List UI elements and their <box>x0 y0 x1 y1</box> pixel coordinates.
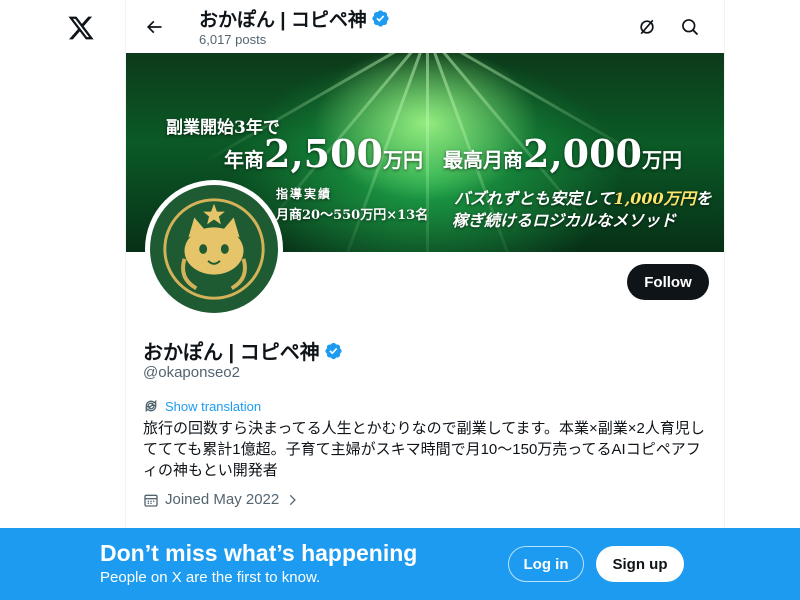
show-translation-link[interactable]: Show translation <box>143 398 261 414</box>
calendar-icon <box>144 494 158 507</box>
verified-badge-icon[interactable] <box>324 341 343 360</box>
verified-badge-icon <box>371 9 390 28</box>
header-name: おかぽん | コピペ神 <box>199 10 367 31</box>
grok-button[interactable] <box>629 9 665 45</box>
joined-label: Joined May 2022 <box>165 491 280 508</box>
left-nav <box>0 0 125 600</box>
signup-prompt-subtitle: People on X are the first to know. <box>100 569 321 586</box>
profile-header-bar: おかぽん | コピペ神 6,017 posts <box>126 0 724 53</box>
signup-prompt-bar: Don’t miss what’s happening People on X … <box>0 528 800 600</box>
banner-line-2: 年商2,500万円 最高月商2,000万円 <box>224 131 682 176</box>
banner-line-4: 月商20〜550万円×13名 <box>276 208 429 223</box>
show-translation-label[interactable]: Show translation <box>165 399 261 414</box>
profile-name: おかぽん | コピペ神 <box>143 342 320 364</box>
back-button[interactable] <box>136 9 172 45</box>
profile-handle: @okaponseo2 <box>143 364 240 381</box>
signup-button[interactable]: Sign up <box>596 546 684 582</box>
banner-line-3: 指導実績 <box>276 187 333 201</box>
search-button[interactable] <box>672 9 708 45</box>
banner-line-6: 稼ぎ続けるロジカルなメソッド <box>452 211 677 230</box>
profile-name-row: おかぽん | コピペ神 <box>143 336 343 365</box>
profile-column: おかぽん | コピペ神 6,017 posts 副業開始3年で 年商2,500万… <box>125 0 725 600</box>
search-icon <box>682 19 699 36</box>
avatar[interactable] <box>145 180 283 318</box>
back-arrow-icon <box>146 20 162 34</box>
header-title: おかぽん | コピペ神 <box>199 5 390 32</box>
x-logo-icon[interactable] <box>63 10 99 46</box>
grok-icon <box>640 19 654 35</box>
follow-button[interactable]: Follow <box>627 264 709 300</box>
banner-line-5: バズれずとも安定して1,000万円を <box>454 189 712 208</box>
chevron-right-icon[interactable] <box>285 493 299 507</box>
post-count: 6,017 posts <box>199 32 267 47</box>
login-button[interactable]: Log in <box>508 546 584 582</box>
cat-logo-icon <box>150 185 278 313</box>
joined-date: Joined May 2022 <box>143 491 299 508</box>
profile-bio: 旅行の回数すら決まってる人生とかむりなので副業してます。本業×副業×2人育児して… <box>143 420 705 479</box>
translate-icon <box>145 399 157 413</box>
signup-prompt-title: Don’t miss what’s happening <box>100 540 418 566</box>
